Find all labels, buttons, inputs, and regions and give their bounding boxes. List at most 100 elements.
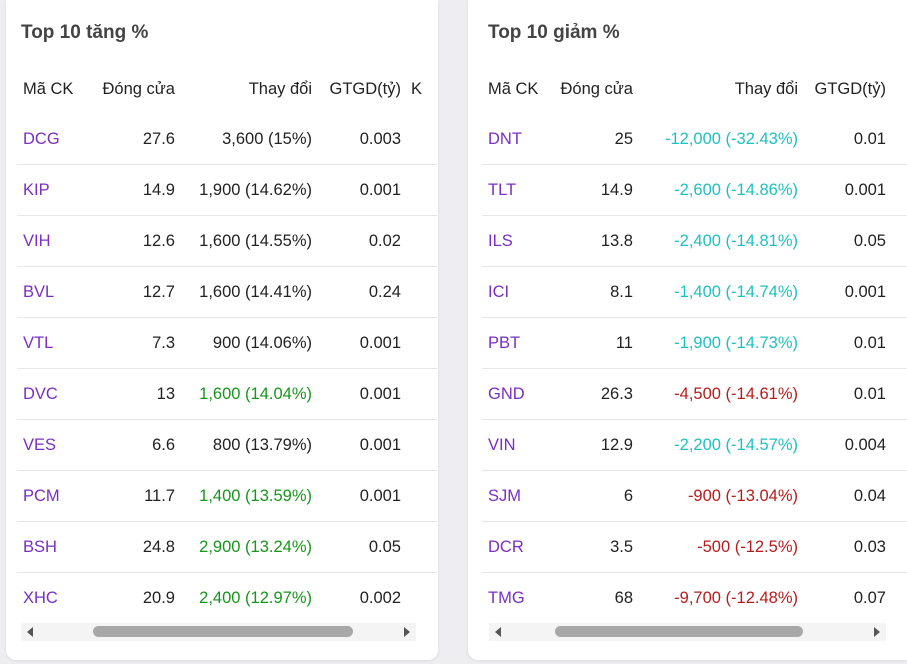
price-change-cell: -500 (-12.5%) [633, 521, 798, 573]
price-change-cell: -1,900 (-14.73%) [633, 317, 798, 369]
scrollbar-thumb[interactable] [555, 626, 803, 637]
stock-symbol-link[interactable]: VTL [17, 317, 87, 369]
top-gainers-title: Top 10 tăng % [21, 22, 149, 43]
top-losers-card: Top 10 giảm % Mã CK Đóng cửa Thay đổi GT… [468, 0, 907, 660]
spacer-cell [886, 470, 907, 522]
column-header-close[interactable]: Đóng cửa [87, 64, 175, 114]
stock-symbol-link[interactable]: DCR [482, 521, 547, 573]
table-row[interactable]: ICI 8.1 -1,400 (-14.74%) 0.001 [482, 266, 907, 318]
top-gainers-card: Top 10 tăng % Mã CK Đóng cửa Thay đổi GT… [6, 0, 438, 660]
stock-symbol-link[interactable]: PBT [482, 317, 547, 369]
top-losers-title: Top 10 giảm % [488, 22, 620, 43]
column-header-change[interactable]: Thay đổi [633, 64, 798, 114]
table-row[interactable]: VIN 12.9 -2,200 (-14.57%) 0.004 [482, 419, 907, 471]
top-losers-table-scroll[interactable]: Mã CK Đóng cửa Thay đổi GTGD(tỷ) DNT 25 -1… [468, 64, 907, 621]
trading-value-cell: 0.01 [853, 129, 886, 148]
table-row[interactable]: DNT 25 -12,000 (-32.43%) 0.01 [482, 114, 907, 165]
column-header-value[interactable]: GTGD(tỷ) [312, 64, 402, 114]
close-price-cell: 13 [87, 368, 175, 420]
spacer-cell [886, 266, 907, 318]
spacer-cell [886, 419, 907, 471]
trading-value-cell: 0.001 [798, 164, 886, 216]
column-header-change[interactable]: Thay đổi [175, 64, 312, 114]
spacer-cell [886, 368, 907, 420]
scroll-left-arrow-icon[interactable] [27, 627, 33, 637]
trading-value-cell: 0.05 [798, 215, 886, 267]
stock-symbol-link[interactable]: ICI [482, 266, 547, 318]
table-row[interactable]: PBT 11 -1,900 (-14.73%) 0.01 [482, 317, 907, 369]
trading-value-cell: 0.003 [359, 129, 401, 148]
close-price-cell: 24.8 [87, 521, 175, 573]
price-change-cell: 2,900 (13.24%) [175, 521, 312, 573]
spacer-cell [886, 215, 907, 267]
stock-symbol-link[interactable]: TLT [482, 164, 547, 216]
close-price-cell: 13.8 [547, 215, 633, 267]
stock-symbol-link[interactable]: TMG [482, 572, 547, 621]
trading-value-cell: 0.01 [798, 368, 886, 420]
close-price-cell: 6 [547, 470, 633, 522]
stock-symbol-link[interactable]: BSH [17, 521, 87, 573]
price-change-cell: -9,700 (-12.48%) [633, 572, 798, 621]
price-change-cell: -900 (-13.04%) [633, 470, 798, 522]
horizontal-scrollbar[interactable] [489, 623, 886, 641]
column-header-volume[interactable]: K [401, 64, 437, 114]
table-row[interactable]: KIP 14.9 1,900 (14.62%) 0.001 [17, 164, 437, 216]
stock-symbol-link[interactable]: DVC [17, 368, 87, 420]
stock-symbol-link[interactable]: ILS [482, 215, 547, 267]
stock-symbol-link[interactable]: VIN [482, 419, 547, 471]
top-gainers-table-scroll[interactable]: Mã CK Đóng cửa Thay đổi GTGD(tỷ) K DCG 27… [6, 64, 438, 621]
table-row[interactable]: DCR 3.5 -500 (-12.5%) 0.03 [482, 521, 907, 573]
stock-symbol-link[interactable]: KIP [17, 164, 87, 216]
stock-symbol-link[interactable]: BVL [17, 266, 87, 318]
close-price-cell: 12.6 [87, 215, 175, 267]
scrollbar-thumb[interactable] [93, 626, 353, 637]
stock-symbol-link[interactable]: XHC [17, 572, 87, 621]
trading-value-cell: 0.001 [312, 164, 401, 216]
table-row[interactable]: PCM 11.7 1,400 (13.59%) 0.001 [17, 470, 437, 522]
stock-symbol-link[interactable]: PCM [17, 470, 87, 522]
table-row[interactable]: XHC 20.9 2,400 (12.97%) 0.002 [17, 572, 437, 621]
price-change-cell: -4,500 (-14.61%) [633, 368, 798, 420]
table-row[interactable]: SJM 6 -900 (-13.04%) 0.04 [482, 470, 907, 522]
table-row[interactable]: VTL 7.3 900 (14.06%) 0.001 [17, 317, 437, 369]
table-row[interactable]: VIH 12.6 1,600 (14.55%) 0.02 [17, 215, 437, 267]
price-change-cell: -2,200 (-14.57%) [633, 419, 798, 471]
price-change-cell: -2,400 (-14.81%) [633, 215, 798, 267]
stock-symbol-link[interactable]: DCG [17, 114, 87, 165]
close-price-cell: 6.6 [87, 419, 175, 471]
table-row[interactable]: TMG 68 -9,700 (-12.48%) 0.07 [482, 572, 907, 621]
trading-value-cell: 0.001 [312, 368, 401, 420]
trading-value-cell: 0.24 [312, 266, 401, 318]
close-price-cell: 20.9 [87, 572, 175, 621]
table-row[interactable]: BVL 12.7 1,600 (14.41%) 0.24 [17, 266, 437, 318]
column-header-symbol[interactable]: Mã CK [17, 64, 87, 114]
spacer-cell [886, 572, 907, 621]
top-losers-rows: DNT 25 -12,000 (-32.43%) 0.01 TLT 14.9 -2,600 … [482, 114, 907, 621]
stock-symbol-link[interactable]: SJM [482, 470, 547, 522]
stock-symbol-link[interactable]: DNT [482, 114, 547, 165]
table-row[interactable]: GND 26.3 -4,500 (-14.61%) 0.01 [482, 368, 907, 420]
close-price-cell: 12.9 [547, 419, 633, 471]
table-row[interactable]: BSH 24.8 2,900 (13.24%) 0.05 [17, 521, 437, 573]
column-header-value[interactable]: GTGD(tỷ) [798, 64, 887, 114]
stock-symbol-link[interactable]: VES [17, 419, 87, 471]
column-header-close[interactable]: Đóng cửa [547, 64, 633, 114]
close-price-cell: 12.7 [87, 266, 175, 318]
price-change-cell: 800 (13.79%) [175, 419, 312, 471]
trading-value-cell: 0.04 [798, 470, 886, 522]
close-price-cell: 14.9 [547, 164, 633, 216]
price-change-cell: 3,600 (15%) [222, 129, 312, 148]
stock-symbol-link[interactable]: GND [482, 368, 547, 420]
table-row[interactable]: TLT 14.9 -2,600 (-14.86%) 0.001 [482, 164, 907, 216]
table-row[interactable]: DCG 27.6 3,600 (15%) 0.003 [17, 114, 437, 165]
stock-symbol-link[interactable]: VIH [17, 215, 87, 267]
horizontal-scrollbar[interactable] [21, 623, 416, 641]
table-row[interactable]: ILS 13.8 -2,400 (-14.81%) 0.05 [482, 215, 907, 267]
table-row[interactable]: DVC 13 1,600 (14.04%) 0.001 [17, 368, 437, 420]
scroll-right-arrow-icon[interactable] [874, 627, 880, 637]
table-row[interactable]: VES 6.6 800 (13.79%) 0.001 [17, 419, 437, 471]
column-header-symbol[interactable]: Mã CK [482, 64, 547, 114]
trading-value-cell: 0.02 [312, 215, 401, 267]
scroll-left-arrow-icon[interactable] [495, 627, 501, 637]
scroll-right-arrow-icon[interactable] [404, 627, 410, 637]
